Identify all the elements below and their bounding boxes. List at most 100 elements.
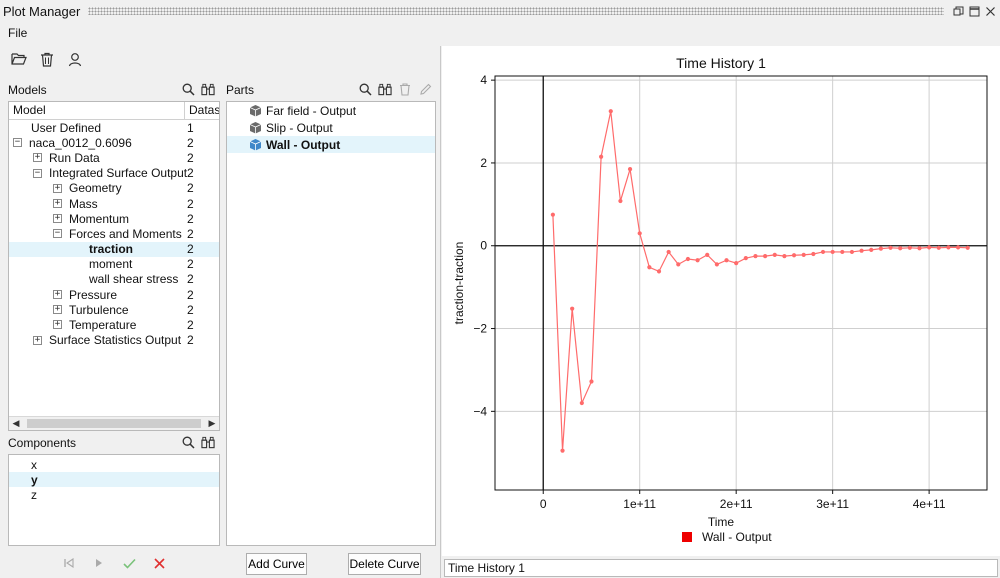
expand-icon[interactable]: + — [53, 320, 62, 330]
tree-row[interactable]: + Pressure 2 — [9, 287, 219, 302]
data-point[interactable] — [888, 245, 893, 250]
expand-icon[interactable]: + — [33, 335, 42, 345]
data-point[interactable] — [791, 253, 797, 258]
tree-row[interactable]: − Forces and Moments 2 — [9, 226, 219, 241]
expand-icon[interactable]: + — [53, 198, 62, 208]
expand-icon[interactable]: + — [53, 305, 62, 315]
part-item[interactable]: Slip - Output — [227, 119, 435, 136]
maximize-icon[interactable] — [968, 5, 980, 17]
data-point[interactable] — [840, 249, 845, 255]
data-point[interactable] — [685, 256, 691, 262]
column-header-datasets[interactable]: Datas — [185, 102, 219, 119]
tree-row[interactable]: + Run Data 2 — [9, 150, 219, 165]
scroll-left-icon[interactable]: ◀ — [9, 417, 23, 430]
parts-search-icon[interactable] — [358, 82, 372, 96]
tree-row[interactable]: + Geometry 2 — [9, 181, 219, 196]
data-point[interactable] — [618, 198, 623, 204]
data-point[interactable] — [830, 249, 835, 255]
data-point[interactable] — [714, 262, 719, 267]
title-grip[interactable] — [88, 7, 944, 15]
data-point[interactable] — [946, 245, 951, 250]
play-icon[interactable] — [92, 556, 106, 570]
data-point[interactable] — [907, 245, 912, 250]
data-point[interactable] — [647, 265, 652, 270]
user-icon[interactable] — [66, 50, 84, 68]
data-point[interactable] — [705, 252, 710, 257]
component-item[interactable]: z — [9, 487, 219, 502]
panel-splitter[interactable] — [440, 46, 441, 578]
data-point[interactable] — [811, 251, 816, 257]
tree-row[interactable]: traction 2 — [9, 241, 219, 257]
data-point[interactable] — [627, 167, 633, 172]
tree-row[interactable]: + Mass 2 — [9, 196, 219, 211]
scrollbar-thumb[interactable] — [27, 419, 201, 428]
tree-row[interactable]: wall shear stress 2 — [9, 272, 219, 287]
data-point[interactable] — [560, 448, 565, 453]
component-item[interactable]: x — [9, 457, 219, 472]
data-point[interactable] — [724, 258, 729, 263]
data-point[interactable] — [965, 245, 970, 250]
data-point[interactable] — [743, 256, 748, 261]
data-point[interactable] — [734, 261, 739, 266]
data-point[interactable] — [927, 245, 932, 250]
data-point[interactable] — [898, 246, 903, 251]
delete-curve-button[interactable]: Delete Curve — [348, 553, 421, 575]
collapse-icon[interactable]: − — [53, 229, 62, 239]
data-point[interactable] — [666, 249, 671, 255]
apply-check-icon[interactable] — [122, 556, 136, 570]
tree-row[interactable]: + Surface Statistics Output 2 — [9, 333, 219, 348]
data-point[interactable] — [820, 249, 826, 255]
series-line-0[interactable] — [552, 111, 968, 451]
data-point[interactable] — [917, 246, 922, 251]
tree-row[interactable]: + Momentum 2 — [9, 211, 219, 226]
collapse-icon[interactable]: − — [13, 138, 22, 148]
tree-row[interactable]: + Temperature 2 — [9, 317, 219, 332]
data-point[interactable] — [579, 400, 584, 406]
data-point[interactable] — [656, 269, 662, 274]
data-point[interactable] — [599, 154, 604, 159]
search-icon[interactable] — [181, 82, 195, 96]
restore-icon[interactable] — [952, 5, 964, 17]
data-point[interactable] — [859, 248, 864, 253]
data-point[interactable] — [570, 306, 575, 311]
parts-trash-icon[interactable] — [398, 82, 412, 96]
components-list[interactable]: xyz — [8, 454, 220, 546]
part-item[interactable]: Wall - Output — [227, 136, 435, 153]
expand-icon[interactable]: + — [53, 214, 62, 224]
scroll-right-icon[interactable]: ▶ — [205, 417, 219, 430]
trash-icon[interactable] — [38, 50, 56, 68]
binoculars-icon[interactable] — [201, 82, 215, 96]
expand-icon[interactable]: + — [53, 183, 62, 193]
data-point[interactable] — [878, 246, 883, 251]
data-point[interactable] — [637, 231, 642, 236]
tree-row[interactable]: + Turbulence 2 — [9, 302, 219, 317]
data-point[interactable] — [763, 253, 768, 259]
data-point[interactable] — [550, 212, 555, 217]
components-binoculars-icon[interactable] — [201, 435, 215, 449]
parts-edit-pencil-icon[interactable] — [418, 82, 432, 96]
data-point[interactable] — [849, 249, 855, 255]
time-history-chart[interactable]: 0 1e+11 2e+11 3e+11 4e+11 −4 −2 0 2 4 Time History… — [442, 46, 1000, 556]
add-curve-button[interactable]: Add Curve — [246, 553, 307, 575]
components-search-icon[interactable] — [181, 435, 195, 449]
data-point[interactable] — [589, 379, 594, 384]
title-bar[interactable]: Plot Manager — [0, 0, 1000, 22]
tree-row[interactable]: − Integrated Surface Output 2 — [9, 166, 219, 181]
parts-list[interactable]: Far field - Output Slip - Output Wall - Ou… — [226, 101, 436, 546]
data-point[interactable] — [936, 245, 941, 250]
first-frame-icon[interactable] — [62, 556, 76, 570]
menu-file[interactable]: File — [0, 26, 35, 40]
data-point[interactable] — [955, 245, 961, 250]
expand-icon[interactable]: + — [53, 290, 62, 300]
close-icon[interactable] — [984, 5, 996, 17]
tree-row[interactable]: − naca_0012_0.6096 2 — [9, 135, 219, 150]
data-point[interactable] — [772, 252, 777, 257]
collapse-icon[interactable]: − — [33, 168, 42, 178]
data-point[interactable] — [695, 258, 700, 263]
cancel-x-icon[interactable] — [152, 556, 166, 570]
data-point[interactable] — [801, 252, 806, 257]
part-item[interactable]: Far field - Output — [227, 102, 435, 119]
legend-swatch[interactable] — [682, 532, 692, 542]
parts-binoculars-icon[interactable] — [378, 82, 392, 96]
open-folder-icon[interactable] — [10, 50, 28, 68]
